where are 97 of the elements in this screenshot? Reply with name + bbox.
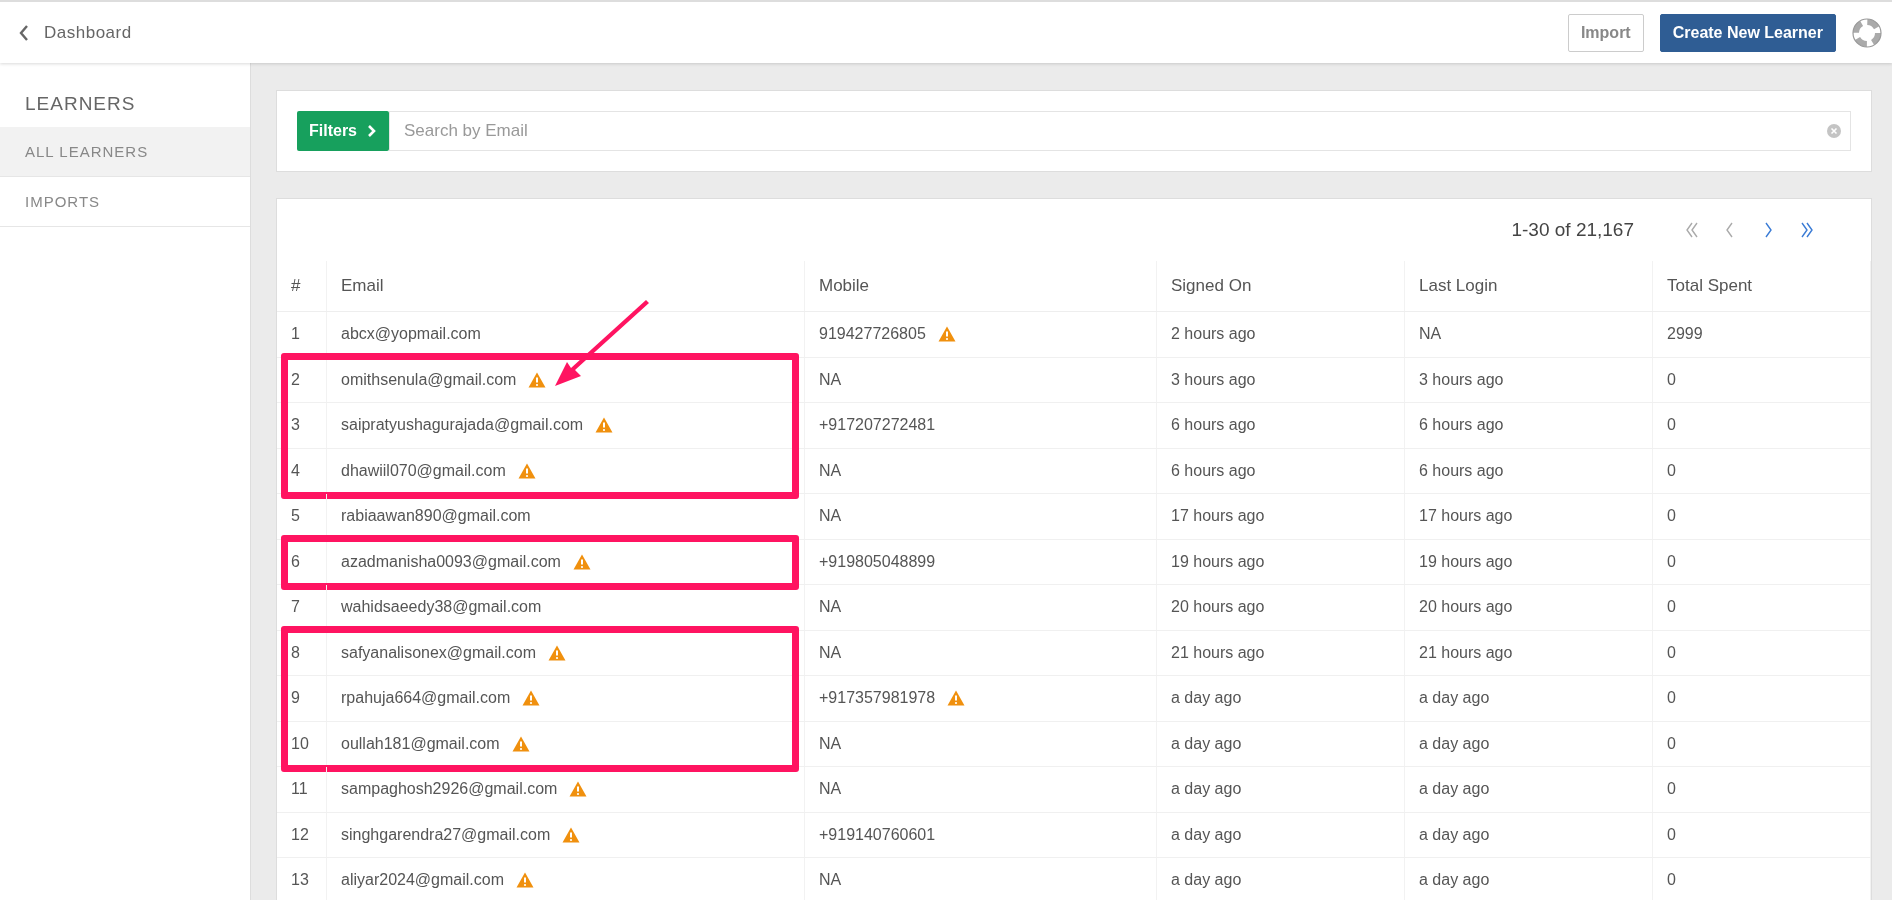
mobile-text: NA <box>819 461 842 480</box>
email-text: oullah181@gmail.com <box>341 734 500 753</box>
row-number: 7 <box>291 598 300 617</box>
filters-button[interactable]: Filters <box>297 111 389 151</box>
last-login-text: a day ago <box>1419 825 1490 844</box>
import-button[interactable]: Import <box>1567 13 1644 52</box>
signed-on-text: 3 hours ago <box>1171 370 1256 389</box>
mobile-text: +919805048899 <box>819 552 936 571</box>
lifebuoy-icon[interactable] <box>1852 17 1882 48</box>
column-header: # <box>277 261 327 311</box>
signed-on-text: a day ago <box>1171 780 1242 799</box>
total-spent-text: 2999 <box>1667 325 1703 344</box>
last-login-text: NA <box>1419 325 1442 344</box>
total-spent-text: 0 <box>1667 461 1676 480</box>
signed-on-text: 6 hours ago <box>1171 416 1256 435</box>
email-text: omithsenula@gmail.com <box>341 370 517 389</box>
signed-on-text: 21 hours ago <box>1171 643 1265 662</box>
signed-on-text: 2 hours ago <box>1171 325 1256 344</box>
total-spent-text: 0 <box>1667 780 1676 799</box>
last-login-text: 3 hours ago <box>1419 370 1504 389</box>
last-login-text: a day ago <box>1419 689 1490 708</box>
row-number: 2 <box>291 370 300 389</box>
column-header: Mobile <box>805 261 1157 311</box>
signed-on-text: 17 hours ago <box>1171 507 1265 526</box>
mobile-text: NA <box>819 643 842 662</box>
last-login-text: 20 hours ago <box>1419 598 1513 617</box>
last-page-icon[interactable] <box>1798 221 1816 239</box>
email-text: aliyar2024@gmail.com <box>341 871 504 890</box>
mobile-text: 919427726805 <box>819 325 926 344</box>
row-number: 9 <box>291 689 300 708</box>
signed-on-text: a day ago <box>1171 871 1242 890</box>
email-text: dhawiil070@gmail.com <box>341 461 506 480</box>
mobile-text: NA <box>819 507 842 526</box>
mobile-text: +917357981978 <box>819 689 936 708</box>
last-login-text: 19 hours ago <box>1419 552 1513 571</box>
sidebar-item[interactable]: IMPORTS <box>0 177 250 227</box>
total-spent-text: 0 <box>1667 507 1676 526</box>
signed-on-text: a day ago <box>1171 825 1242 844</box>
email-text: rabiaawan890@gmail.com <box>341 507 531 526</box>
column-header: Last Login <box>1405 261 1653 311</box>
row-number: 8 <box>291 643 300 662</box>
signed-on-text: a day ago <box>1171 734 1242 753</box>
row-number: 4 <box>291 461 300 480</box>
total-spent-text: 0 <box>1667 370 1676 389</box>
last-login-text: a day ago <box>1419 871 1490 890</box>
email-text: azadmanisha0093@gmail.com <box>341 552 561 571</box>
search-field[interactable]: Search by Email <box>389 111 1851 151</box>
last-login-text: 21 hours ago <box>1419 643 1513 662</box>
row-number: 12 <box>291 825 309 844</box>
email-text: singhgarendra27@gmail.com <box>341 825 551 844</box>
total-spent-text: 0 <box>1667 689 1676 708</box>
mobile-text: NA <box>819 734 842 753</box>
last-login-text: 17 hours ago <box>1419 507 1513 526</box>
pagination-range: 1-30 of 21,167 <box>1511 219 1634 241</box>
row-number: 1 <box>291 325 300 344</box>
signed-on-text: 6 hours ago <box>1171 461 1256 480</box>
last-login-text: 6 hours ago <box>1419 416 1504 435</box>
row-number: 5 <box>291 507 300 526</box>
total-spent-text: 0 <box>1667 871 1676 890</box>
mobile-text: NA <box>819 780 842 799</box>
signed-on-text: a day ago <box>1171 689 1242 708</box>
last-login-text: a day ago <box>1419 780 1490 799</box>
clear-icon[interactable] <box>1827 124 1841 138</box>
email-text: sampaghosh2926@gmail.com <box>341 780 558 799</box>
column-header: Total Spent <box>1653 261 1871 311</box>
email-text: rpahuja664@gmail.com <box>341 689 511 708</box>
row-number: 10 <box>291 734 309 753</box>
last-login-text: a day ago <box>1419 734 1490 753</box>
mobile-text: +917207272481 <box>819 416 936 435</box>
mobile-text: NA <box>819 871 842 890</box>
last-login-text: 6 hours ago <box>1419 461 1504 480</box>
create-learner-button[interactable]: Create New Learner <box>1659 13 1836 52</box>
mobile-text: NA <box>819 598 842 617</box>
total-spent-text: 0 <box>1667 552 1676 571</box>
row-number: 13 <box>291 871 309 890</box>
total-spent-text: 0 <box>1667 825 1676 844</box>
email-text: saipratyushagurajada@gmail.com <box>341 416 584 435</box>
signed-on-text: 19 hours ago <box>1171 552 1265 571</box>
sidebar-title: LEARNERS <box>24 92 137 116</box>
email-text: safyanalisonex@gmail.com <box>341 643 536 662</box>
email-text: wahidsaeedy38@gmail.com <box>341 598 542 617</box>
back-chevron-icon[interactable] <box>18 23 30 42</box>
total-spent-text: 0 <box>1667 416 1676 435</box>
email-text: abcx@yopmail.com <box>341 325 481 344</box>
total-spent-text: 0 <box>1667 734 1676 753</box>
chevron-right-icon <box>367 124 377 138</box>
row-number: 11 <box>291 780 308 799</box>
total-spent-text: 0 <box>1667 598 1676 617</box>
row-number: 6 <box>291 552 300 571</box>
sidebar-item[interactable]: ALL LEARNERS <box>0 127 250 177</box>
mobile-text: NA <box>819 370 842 389</box>
mobile-text: +919140760601 <box>819 825 936 844</box>
row-number: 3 <box>291 416 300 435</box>
total-spent-text: 0 <box>1667 643 1676 662</box>
signed-on-text: 20 hours ago <box>1171 598 1265 617</box>
column-header: Signed On <box>1157 261 1405 311</box>
back-link[interactable]: Dashboard <box>44 22 132 43</box>
